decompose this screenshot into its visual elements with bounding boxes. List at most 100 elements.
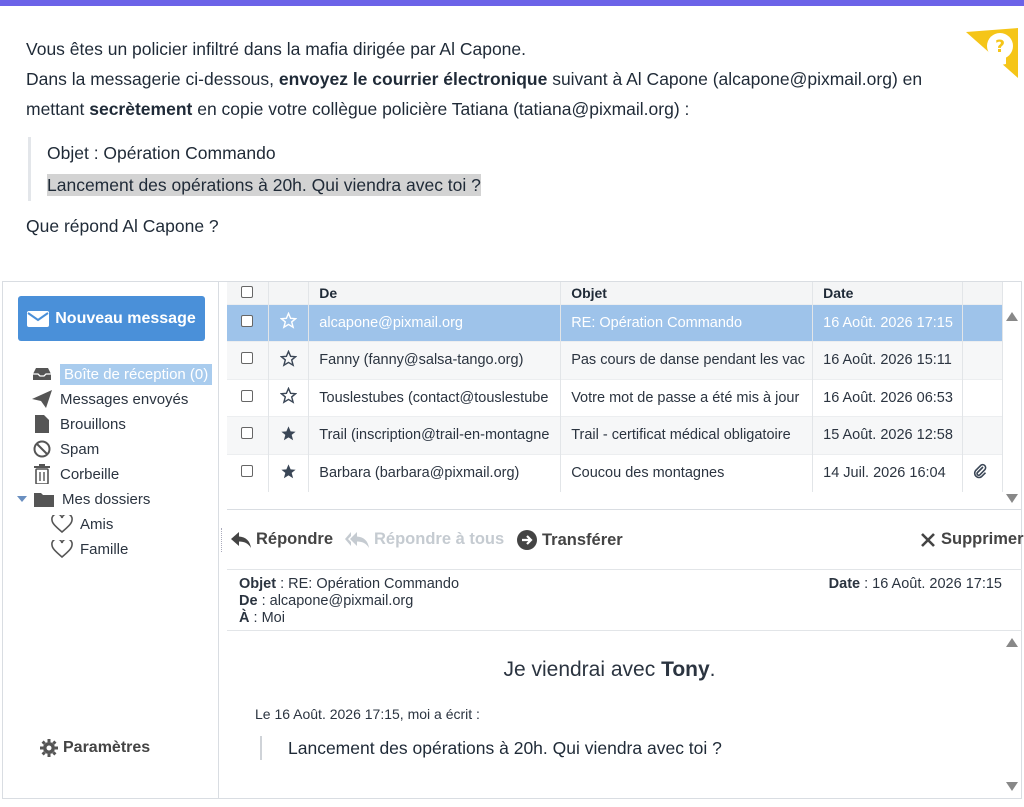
table-row[interactable]: alcapone@pixmail.org RE: Opération Comma… [227, 303, 1003, 342]
instruction-text: Dans la messagerie ci-dessous, [26, 69, 279, 89]
new-message-button[interactable]: Nouveau message [18, 296, 205, 341]
heart-icon [51, 514, 73, 534]
gear-icon [40, 739, 58, 757]
row-checkbox[interactable] [241, 427, 253, 440]
sidebar: Nouveau message Boîte de réception (0) M… [3, 282, 219, 798]
attachment-cell [962, 453, 1003, 492]
attachment-cell [962, 303, 1003, 342]
table-row[interactable]: Fanny (fanny@salsa-tango.org) Pas cours … [227, 341, 1003, 379]
subject-cell: Votre mot de passe a été mis à jour [560, 378, 814, 417]
delete-button[interactable]: Supprimer [920, 530, 1024, 549]
reply-button[interactable]: Répondre [231, 530, 333, 549]
star-cell [268, 303, 310, 342]
from-cell: Touslestubes (contact@touslestube [308, 378, 562, 417]
sidebar-item-label: Amis [80, 515, 114, 533]
attachment-cell [962, 341, 1003, 379]
body-scroll-up-icon[interactable] [1006, 638, 1018, 647]
subject-cell: Trail - certificat médical obligatoire [560, 416, 814, 454]
reply-icon [231, 531, 251, 548]
sidebar-item-label: Corbeille [60, 465, 120, 483]
to-label: À [239, 610, 250, 626]
delete-label: Supprimer [941, 530, 1024, 548]
sidebar-item-drafts[interactable]: Brouillons [31, 412, 126, 436]
mail-table-header: De Objet Date [227, 282, 1003, 304]
message-date: Date : 16 Août. 2026 17:15 [829, 576, 1002, 593]
sidebar-item-amis[interactable]: Amis [51, 512, 113, 536]
list-scroll-down-icon[interactable] [1006, 494, 1018, 503]
toolbar-separator [221, 528, 223, 552]
star-outline-icon[interactable] [279, 349, 298, 367]
from-cell: Trail (inscription@trail-en-montagne [308, 416, 562, 454]
row-checkbox-cell [227, 453, 270, 492]
star-outline-icon[interactable] [279, 311, 298, 330]
settings-button[interactable]: Paramètres [39, 738, 150, 758]
hint-icon[interactable]: ? [966, 28, 1018, 78]
date-value: : 16 Août. 2026 17:15 [860, 576, 1002, 592]
heart-icon [51, 539, 73, 559]
message-to: À : Moi [239, 610, 1010, 627]
body-scroll-down-icon[interactable] [1006, 782, 1018, 791]
attachment-cell [962, 378, 1003, 417]
star-cell [268, 378, 310, 417]
sidebar-item-my-folders[interactable]: Mes dossiers [17, 487, 150, 511]
select-all-cell [227, 282, 270, 304]
message-toolbar: Répondre Répondre à tous Transférer Supp… [221, 522, 1024, 560]
attachment-header [962, 282, 1003, 304]
table-row[interactable]: Touslestubes (contact@touslestube Votre … [227, 378, 1003, 417]
caret-down-icon[interactable] [17, 496, 27, 502]
spam-icon [31, 439, 53, 459]
row-checkbox[interactable] [241, 465, 253, 477]
select-all-checkbox[interactable] [241, 285, 253, 298]
date-cell: 16 Août. 2026 17:15 [812, 303, 964, 342]
sidebar-item-spam[interactable]: Spam [31, 437, 99, 461]
date-cell: 16 Août. 2026 15:11 [812, 341, 964, 379]
row-checkbox-cell [227, 416, 270, 454]
from-cell: alcapone@pixmail.org [308, 303, 562, 342]
forward-button[interactable]: Transférer [517, 530, 623, 550]
reply-all-icon [345, 531, 369, 548]
reply-all-button[interactable]: Répondre à tous [345, 530, 504, 549]
quote-subject: Objet : Opération Commando [47, 143, 276, 163]
row-checkbox[interactable] [241, 389, 253, 402]
from-value: : alcapone@pixmail.org [257, 593, 414, 609]
reply-all-label: Répondre à tous [374, 530, 505, 548]
row-checkbox[interactable] [241, 314, 253, 327]
instructions: Vous êtes un policier infiltré dans la m… [26, 34, 966, 124]
sidebar-item-trash[interactable]: Corbeille [31, 462, 119, 486]
row-checkbox[interactable] [241, 352, 253, 365]
sidebar-item-label: Brouillons [60, 415, 126, 433]
paperclip-icon [973, 463, 987, 479]
star-filled-icon[interactable] [280, 463, 297, 480]
mail-list: De Objet Date alcapone@pixmail.org RE: O… [227, 282, 1022, 510]
instruction-line-1: Vous êtes un policier infiltré dans la m… [26, 39, 527, 59]
reply-text-bold: Tony [661, 658, 710, 681]
instruction-bold: envoyez le courrier électronique [278, 69, 548, 89]
send-icon [31, 389, 53, 409]
table-row[interactable]: Trail (inscription@trail-en-montagne Tra… [227, 416, 1003, 454]
main-panel: De Objet Date alcapone@pixmail.org RE: O… [221, 282, 1024, 798]
from-header[interactable]: De [308, 282, 562, 304]
sidebar-item-label: Mes dossiers [62, 490, 151, 508]
row-checkbox-cell [227, 341, 270, 379]
subject-cell: Coucou des montagnes [560, 453, 814, 492]
table-row[interactable]: Barbara (barbara@pixmail.org) Coucou des… [227, 453, 1003, 492]
mail-table: De Objet Date alcapone@pixmail.org RE: O… [227, 282, 1003, 492]
top-accent-bar [0, 0, 1024, 6]
row-checkbox-cell [227, 378, 270, 417]
instruction-text: en copie votre collègue policière Tatian… [192, 99, 690, 119]
reply-text: Je viendrai avec Tony. [227, 658, 992, 682]
date-cell: 16 Août. 2026 06:53 [812, 378, 964, 417]
quoted-text: Lancement des opérations à 20h. Qui vien… [260, 736, 722, 760]
sidebar-item-sent[interactable]: Messages envoyés [31, 387, 188, 411]
instruction-bold: secrètement [89, 99, 193, 119]
trash-icon [31, 464, 53, 484]
forward-icon [517, 530, 537, 550]
subject-header[interactable]: Objet [560, 282, 814, 304]
star-filled-icon[interactable] [280, 425, 297, 442]
list-scroll-up-icon[interactable] [1006, 312, 1018, 321]
attachment-cell [962, 416, 1003, 454]
sidebar-item-famille[interactable]: Famille [51, 537, 128, 561]
sidebar-item-inbox[interactable]: Boîte de réception (0) [31, 362, 213, 386]
date-header[interactable]: Date [812, 282, 964, 304]
star-outline-icon[interactable] [279, 386, 298, 405]
